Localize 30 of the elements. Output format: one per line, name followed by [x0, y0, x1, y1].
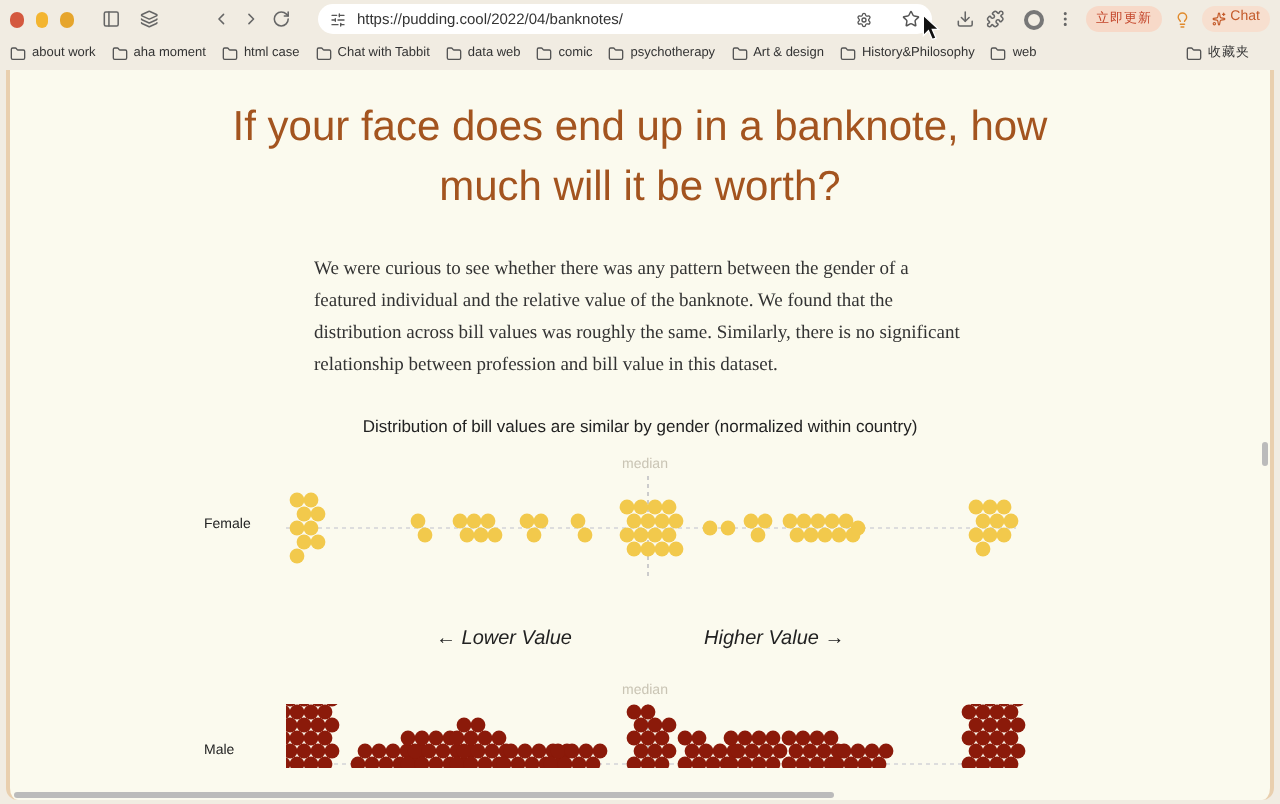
folder-icon — [990, 46, 1007, 62]
article-paragraph: We were curious to see whether there was any pattern between the gender of a featured individual and the relative value of the banknote. We found that the distribution across bill values was roughly the same. Similarly, there is no significant relationship between profession and bill value in this dataset. — [314, 258, 962, 380]
bookmark-star-icon[interactable] — [901, 10, 920, 28]
extensions-icon[interactable] — [986, 8, 1005, 30]
reload-icon[interactable] — [272, 8, 291, 30]
folder-icon — [221, 46, 238, 62]
gear-icon[interactable] — [855, 11, 872, 27]
axis-label: Higher Value → — [704, 626, 845, 655]
sidebar-icon[interactable] — [102, 8, 121, 30]
download-icon[interactable] — [955, 8, 975, 30]
folder-icon — [1186, 46, 1202, 62]
folder-icon — [536, 46, 553, 62]
folder-icon — [839, 46, 856, 62]
folder-icon — [731, 46, 748, 62]
article-title: If your face does end up in a banknote, how much will it be worth? — [230, 102, 1050, 214]
site-settings-icon[interactable] — [330, 11, 347, 27]
close-window-icon[interactable] — [10, 11, 24, 27]
folder-icon — [111, 46, 128, 62]
folder-icon — [315, 46, 332, 62]
tabs-icon[interactable] — [140, 8, 160, 30]
folder-icon — [10, 46, 26, 62]
vertical-scrollbar[interactable] — [1262, 442, 1268, 466]
account-icon[interactable] — [1024, 9, 1043, 29]
horizontal-scrollbar[interactable] — [14, 792, 834, 798]
sparkle-icon — [1212, 12, 1227, 26]
folder-icon — [608, 46, 625, 62]
cursor-icon — [922, 14, 940, 42]
folder-icon — [445, 46, 462, 62]
chart-title: Distribution of bill values are similar by gender (normalized within country) — [362, 414, 918, 440]
axis-label: ← Lower Value — [436, 626, 572, 655]
